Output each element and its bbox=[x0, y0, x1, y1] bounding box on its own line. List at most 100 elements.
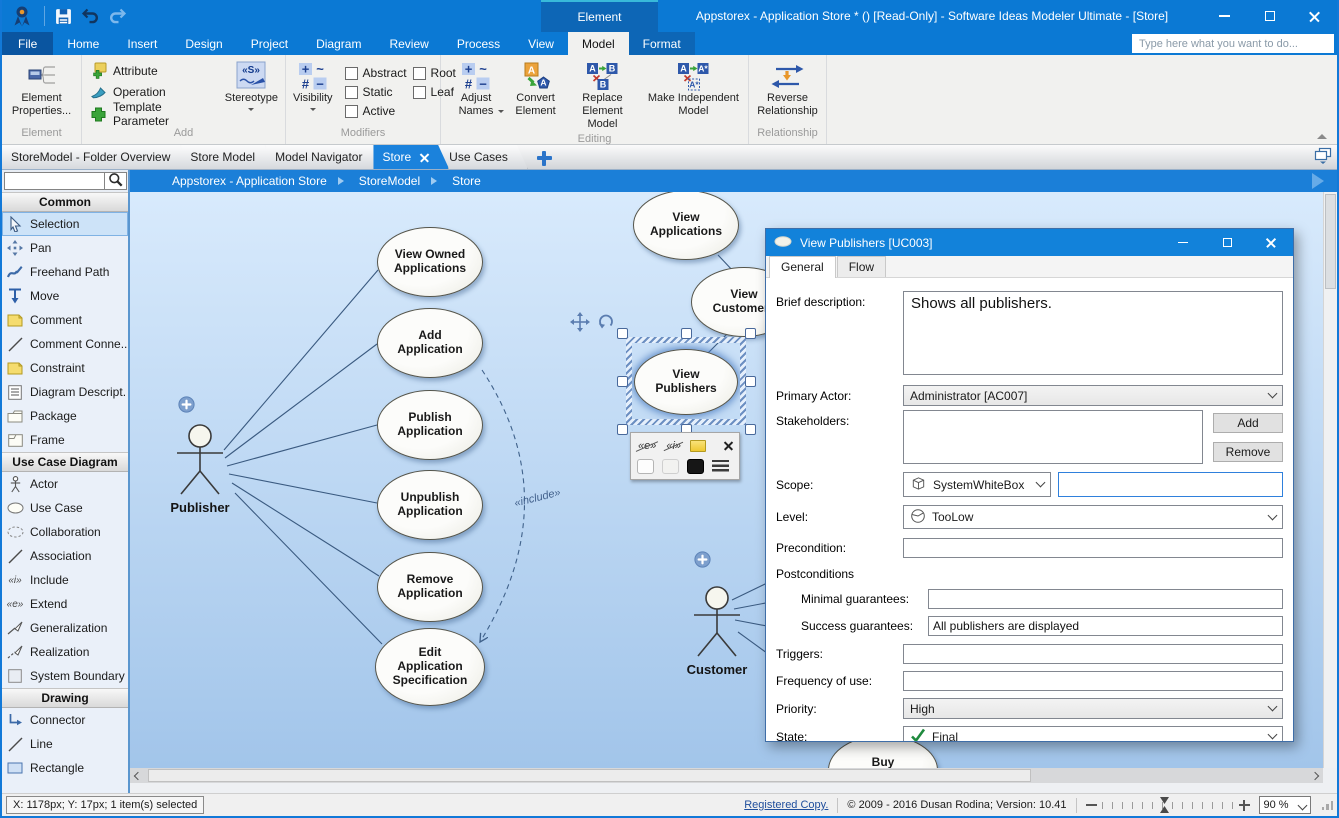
close-tab-icon[interactable] bbox=[420, 153, 429, 162]
doc-tab-store[interactable]: Store bbox=[373, 145, 449, 169]
sidebar-item-package[interactable]: Package bbox=[2, 404, 128, 428]
dialog-maximize-button[interactable] bbox=[1205, 229, 1249, 256]
search-button[interactable] bbox=[105, 172, 127, 190]
frequency-of-use-input[interactable] bbox=[903, 671, 1283, 691]
selection-handle[interactable] bbox=[617, 328, 628, 339]
dialog-minimize-button[interactable] bbox=[1161, 229, 1205, 256]
make-independent-model-button[interactable]: AA*A* Make Independent Model bbox=[642, 58, 745, 133]
add-button[interactable]: Add bbox=[1213, 413, 1283, 433]
ribbon-tab-model[interactable]: Model bbox=[568, 32, 629, 55]
actor-publisher[interactable]: Publisher bbox=[158, 424, 242, 515]
close-button[interactable] bbox=[1292, 0, 1337, 32]
scope-detail-input[interactable] bbox=[1058, 472, 1283, 497]
doc-tab-storemodel-folder-overview[interactable]: StoreModel - Folder Overview bbox=[2, 145, 190, 169]
use-case-edit-application-specification[interactable]: Edit Application Specification bbox=[375, 628, 485, 706]
attribute-button[interactable]: Attribute bbox=[89, 61, 217, 80]
priority-select[interactable]: High bbox=[903, 698, 1283, 719]
primary-actor-select[interactable]: Administrator [AC007] bbox=[903, 385, 1283, 406]
visibility-button[interactable]: +~#− Visibility bbox=[289, 58, 337, 127]
resize-grip[interactable] bbox=[1322, 801, 1334, 810]
ribbon-tab-home[interactable]: Home bbox=[53, 32, 113, 55]
sidebar-item-actor[interactable]: Actor bbox=[2, 472, 128, 496]
use-case-view-applications[interactable]: View Applications bbox=[633, 192, 739, 260]
sidebar-item-constraint[interactable]: Constraint bbox=[2, 356, 128, 380]
use-case-view-owned-applications[interactable]: View Owned Applications bbox=[377, 227, 483, 297]
vertical-scrollbar[interactable] bbox=[1323, 192, 1337, 768]
ribbon-tab-design[interactable]: Design bbox=[171, 32, 236, 55]
redo-button[interactable] bbox=[104, 3, 131, 29]
sidebar-item-collaboration[interactable]: Collaboration bbox=[2, 520, 128, 544]
doc-tab-model-navigator[interactable]: Model Navigator bbox=[266, 145, 382, 169]
command-search-input[interactable] bbox=[1132, 34, 1334, 53]
selection-frame[interactable] bbox=[626, 337, 746, 425]
minimize-button[interactable] bbox=[1202, 0, 1247, 32]
success-guarantees-input[interactable] bbox=[928, 616, 1283, 636]
template-parameter-button[interactable]: Template Parameter bbox=[89, 105, 217, 124]
sidebar-item-realization[interactable]: Realization bbox=[2, 640, 128, 664]
use-case-unpublish-application[interactable]: Unpublish Application bbox=[377, 470, 483, 540]
doc-tab-store-model[interactable]: Store Model bbox=[181, 145, 275, 169]
dialog-titlebar[interactable]: View Publishers [UC003] bbox=[766, 229, 1293, 256]
stakeholders-listbox[interactable] bbox=[903, 410, 1203, 464]
sidebar-item-comment-conne[interactable]: Comment Conne... bbox=[2, 332, 128, 356]
precondition-input[interactable] bbox=[903, 538, 1283, 558]
zoom-slider-thumb[interactable] bbox=[1160, 797, 1169, 816]
ribbon-tab-format[interactable]: Format bbox=[629, 32, 695, 55]
element-properties-button[interactable]: Element Properties... bbox=[5, 58, 78, 127]
scroll-right-icon[interactable] bbox=[1307, 768, 1323, 783]
minimal-guarantees-input[interactable] bbox=[928, 589, 1283, 609]
sidebar-item-system-boundary[interactable]: System Boundary bbox=[2, 664, 128, 688]
sidebar-item-include[interactable]: «i»Include bbox=[2, 568, 128, 592]
extend-tool-icon[interactable]: «e» bbox=[637, 440, 657, 452]
zoom-in-icon[interactable] bbox=[1239, 800, 1250, 811]
scope-select[interactable]: SystemWhiteBox bbox=[903, 472, 1051, 497]
menu-icon[interactable] bbox=[712, 460, 729, 473]
ribbon-tab-process[interactable]: Process bbox=[443, 32, 514, 55]
selection-handle[interactable] bbox=[617, 376, 628, 387]
rotate-handle-icon[interactable] bbox=[596, 311, 616, 334]
operation-button[interactable]: Operation bbox=[89, 83, 217, 102]
vertical-scroll-thumb[interactable] bbox=[1325, 194, 1336, 289]
zoom-slider[interactable] bbox=[1102, 797, 1234, 813]
scroll-left-icon[interactable] bbox=[130, 768, 146, 783]
static-checkbox[interactable]: Static bbox=[345, 85, 407, 99]
ribbon-tab-project[interactable]: Project bbox=[237, 32, 302, 55]
sidebar-item-rectangle[interactable]: Rectangle bbox=[2, 756, 128, 780]
fill-black-swatch[interactable] bbox=[687, 459, 704, 474]
selection-handle[interactable] bbox=[745, 328, 756, 339]
selection-handle[interactable] bbox=[681, 328, 692, 339]
add-element-icon[interactable] bbox=[694, 551, 711, 568]
doc-tab-use-cases[interactable]: Use Cases bbox=[440, 145, 528, 169]
sidebar-item-line[interactable]: Line bbox=[2, 732, 128, 756]
active-checkbox[interactable]: Active bbox=[345, 104, 407, 118]
sidebar-item-pan[interactable]: Pan bbox=[2, 236, 128, 260]
registered-copy-link[interactable]: Registered Copy. bbox=[744, 799, 828, 811]
undo-button[interactable] bbox=[77, 3, 104, 29]
breadcrumb-item-storemodel[interactable]: StoreModel bbox=[359, 174, 420, 188]
brief-description-field[interactable]: Shows all publishers. bbox=[903, 291, 1283, 375]
ribbon-tab-view[interactable]: View bbox=[514, 32, 568, 55]
ribbon-tab-insert[interactable]: Insert bbox=[113, 32, 171, 55]
use-case-add-application[interactable]: Add Application bbox=[377, 308, 483, 378]
palette-group-use-case-diagram[interactable]: Use Case Diagram bbox=[2, 452, 128, 472]
sidebar-item-diagram-descript[interactable]: Diagram Descript... bbox=[2, 380, 128, 404]
use-case-remove-application[interactable]: Remove Application bbox=[377, 552, 483, 622]
stereotype-button[interactable]: «S» Stereotype bbox=[221, 58, 282, 127]
ribbon-tab-diagram[interactable]: Diagram bbox=[302, 32, 375, 55]
search-input[interactable] bbox=[4, 172, 105, 190]
fill-white-swatch[interactable] bbox=[637, 459, 654, 474]
breadcrumb-forward-icon[interactable] bbox=[1312, 173, 1332, 189]
sidebar-item-move[interactable]: Move bbox=[2, 284, 128, 308]
close-toolbar-icon[interactable] bbox=[724, 441, 733, 450]
comment-tool-icon[interactable] bbox=[690, 440, 706, 452]
fill-pale-swatch[interactable] bbox=[662, 459, 679, 474]
sidebar-item-comment[interactable]: Comment bbox=[2, 308, 128, 332]
include-tool-icon[interactable]: «i» bbox=[665, 440, 682, 452]
triggers-input[interactable] bbox=[903, 644, 1283, 664]
breadcrumb-item-appstorex-application-store[interactable]: Appstorex - Application Store bbox=[172, 174, 327, 188]
window-switcher-icon[interactable] bbox=[1314, 147, 1332, 167]
adjust-names-button[interactable]: +~#− Adjust Names bbox=[444, 58, 508, 133]
state-select[interactable]: Final bbox=[903, 726, 1283, 741]
selection-handle[interactable] bbox=[745, 376, 756, 387]
sidebar-item-generalization[interactable]: Generalization bbox=[2, 616, 128, 640]
